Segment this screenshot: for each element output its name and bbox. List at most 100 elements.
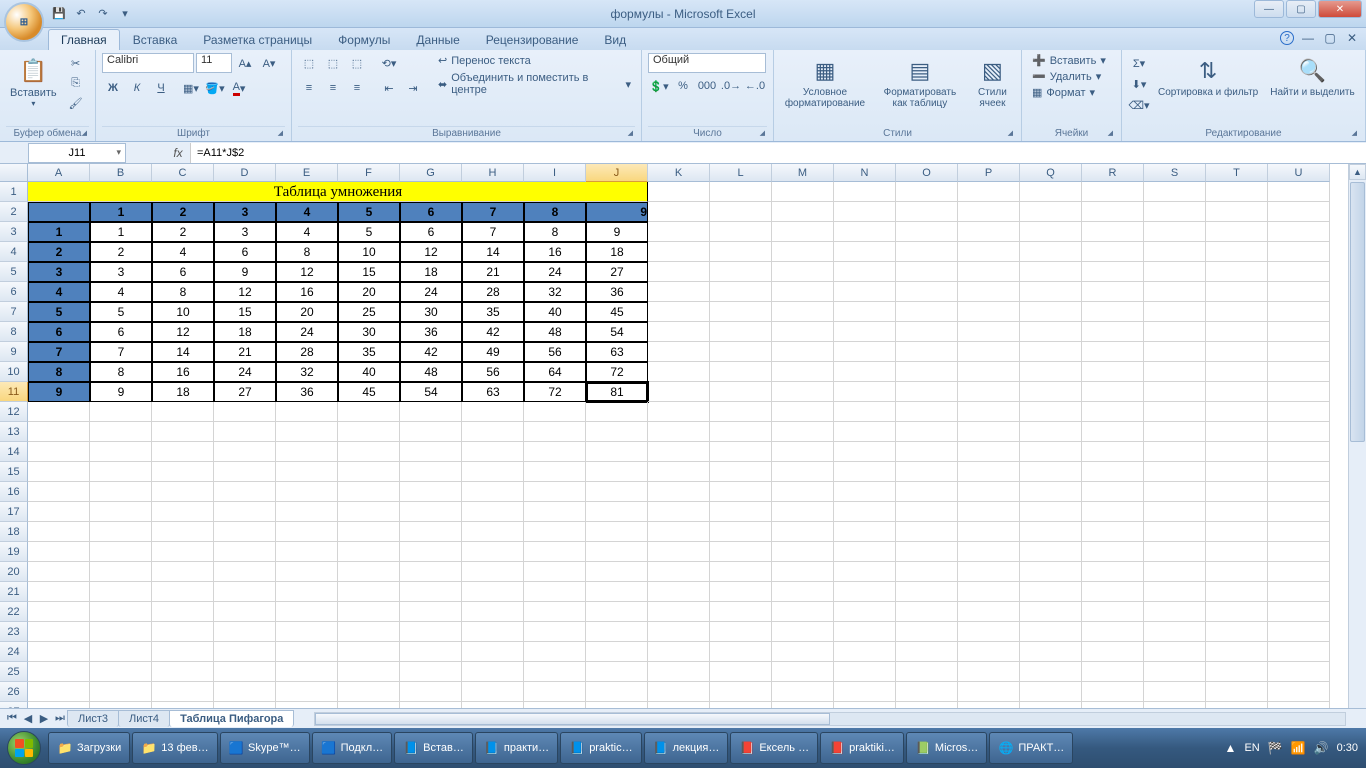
- cell[interactable]: [1144, 422, 1206, 442]
- align-top-icon[interactable]: ⬚: [298, 53, 320, 73]
- cell[interactable]: [338, 542, 400, 562]
- cell[interactable]: [710, 382, 772, 402]
- cell[interactable]: [896, 222, 958, 242]
- ribbon-tab-1[interactable]: Вставка: [120, 29, 191, 50]
- cell[interactable]: [1268, 422, 1330, 442]
- row-header[interactable]: 1: [0, 182, 28, 202]
- cell[interactable]: [276, 542, 338, 562]
- format-cells-button[interactable]: ▦Формат ▾: [1028, 85, 1099, 100]
- cell[interactable]: [834, 642, 896, 662]
- cell[interactable]: 45: [586, 302, 648, 322]
- cell[interactable]: [214, 542, 276, 562]
- cell[interactable]: [28, 562, 90, 582]
- cell[interactable]: [1082, 502, 1144, 522]
- cell[interactable]: [896, 462, 958, 482]
- undo-icon[interactable]: ↶: [72, 5, 90, 23]
- cell[interactable]: [772, 222, 834, 242]
- cell[interactable]: [28, 602, 90, 622]
- cell[interactable]: 36: [276, 382, 338, 402]
- decrease-font-icon[interactable]: A▾: [258, 53, 280, 73]
- cell[interactable]: [648, 362, 710, 382]
- cell[interactable]: 16: [152, 362, 214, 382]
- cell[interactable]: [896, 542, 958, 562]
- ribbon-tab-4[interactable]: Данные: [403, 29, 472, 50]
- column-headers[interactable]: ABCDEFGHIJKLMNOPQRSTU: [28, 164, 1348, 182]
- cell[interactable]: [90, 622, 152, 642]
- cell[interactable]: [710, 322, 772, 342]
- cell[interactable]: [834, 342, 896, 362]
- cell[interactable]: 18: [586, 242, 648, 262]
- cell[interactable]: [152, 642, 214, 662]
- cell[interactable]: [772, 502, 834, 522]
- cell[interactable]: 45: [338, 382, 400, 402]
- row-header[interactable]: 10: [0, 362, 28, 382]
- percent-icon[interactable]: %: [672, 76, 694, 96]
- cell[interactable]: [648, 542, 710, 562]
- cell[interactable]: [710, 662, 772, 682]
- cell[interactable]: [338, 602, 400, 622]
- format-as-table-button[interactable]: ▤Форматировать как таблицу: [874, 53, 966, 111]
- cell[interactable]: 3: [28, 262, 90, 282]
- cell[interactable]: [338, 642, 400, 662]
- fill-icon[interactable]: ⬇▾: [1128, 74, 1150, 94]
- cell[interactable]: [648, 662, 710, 682]
- cell[interactable]: [462, 442, 524, 462]
- cell[interactable]: [28, 522, 90, 542]
- cell[interactable]: [772, 542, 834, 562]
- cell[interactable]: [1082, 262, 1144, 282]
- row-header[interactable]: 20: [0, 562, 28, 582]
- cell[interactable]: [896, 402, 958, 422]
- cell[interactable]: [586, 622, 648, 642]
- cell[interactable]: [958, 522, 1020, 542]
- cell[interactable]: [1082, 362, 1144, 382]
- cell[interactable]: [338, 442, 400, 462]
- row-headers[interactable]: 1234567891011121314151617181920212223242…: [0, 182, 28, 728]
- cell[interactable]: [1206, 342, 1268, 362]
- cell[interactable]: [772, 662, 834, 682]
- cell[interactable]: [1268, 662, 1330, 682]
- border-button[interactable]: ▦▾: [180, 78, 202, 98]
- cell[interactable]: [1082, 542, 1144, 562]
- col-header[interactable]: U: [1268, 164, 1330, 182]
- row-header[interactable]: 16: [0, 482, 28, 502]
- cell[interactable]: [834, 662, 896, 682]
- cell[interactable]: 2: [28, 242, 90, 262]
- cell[interactable]: 20: [276, 302, 338, 322]
- cell[interactable]: [1144, 262, 1206, 282]
- cell[interactable]: 54: [586, 322, 648, 342]
- cell[interactable]: [214, 482, 276, 502]
- cell[interactable]: [400, 482, 462, 502]
- scroll-thumb[interactable]: [1350, 182, 1365, 442]
- cell[interactable]: [710, 602, 772, 622]
- cell[interactable]: [524, 502, 586, 522]
- cell[interactable]: [1206, 502, 1268, 522]
- cell[interactable]: [90, 422, 152, 442]
- cell[interactable]: [958, 302, 1020, 322]
- cell[interactable]: [524, 562, 586, 582]
- cell[interactable]: [1082, 422, 1144, 442]
- cell[interactable]: [524, 602, 586, 622]
- cell[interactable]: [586, 562, 648, 582]
- cell[interactable]: [1020, 642, 1082, 662]
- cell[interactable]: [834, 622, 896, 642]
- ribbon-tab-5[interactable]: Рецензирование: [473, 29, 592, 50]
- cell[interactable]: 21: [462, 262, 524, 282]
- delete-cells-button[interactable]: ➖Удалить ▾: [1028, 69, 1105, 84]
- cell[interactable]: [772, 342, 834, 362]
- cell[interactable]: [28, 622, 90, 642]
- cell[interactable]: 12: [214, 282, 276, 302]
- cell[interactable]: [710, 202, 772, 222]
- cell[interactable]: [28, 642, 90, 662]
- cell[interactable]: 9: [90, 382, 152, 402]
- cell[interactable]: [896, 482, 958, 502]
- cell[interactable]: [1020, 562, 1082, 582]
- cell[interactable]: 27: [214, 382, 276, 402]
- cell[interactable]: [214, 682, 276, 702]
- cell[interactable]: [896, 262, 958, 282]
- cell[interactable]: 14: [152, 342, 214, 362]
- cell[interactable]: [710, 522, 772, 542]
- cell[interactable]: [834, 422, 896, 442]
- cell[interactable]: [1206, 522, 1268, 542]
- cell[interactable]: [1268, 582, 1330, 602]
- cell[interactable]: [1020, 482, 1082, 502]
